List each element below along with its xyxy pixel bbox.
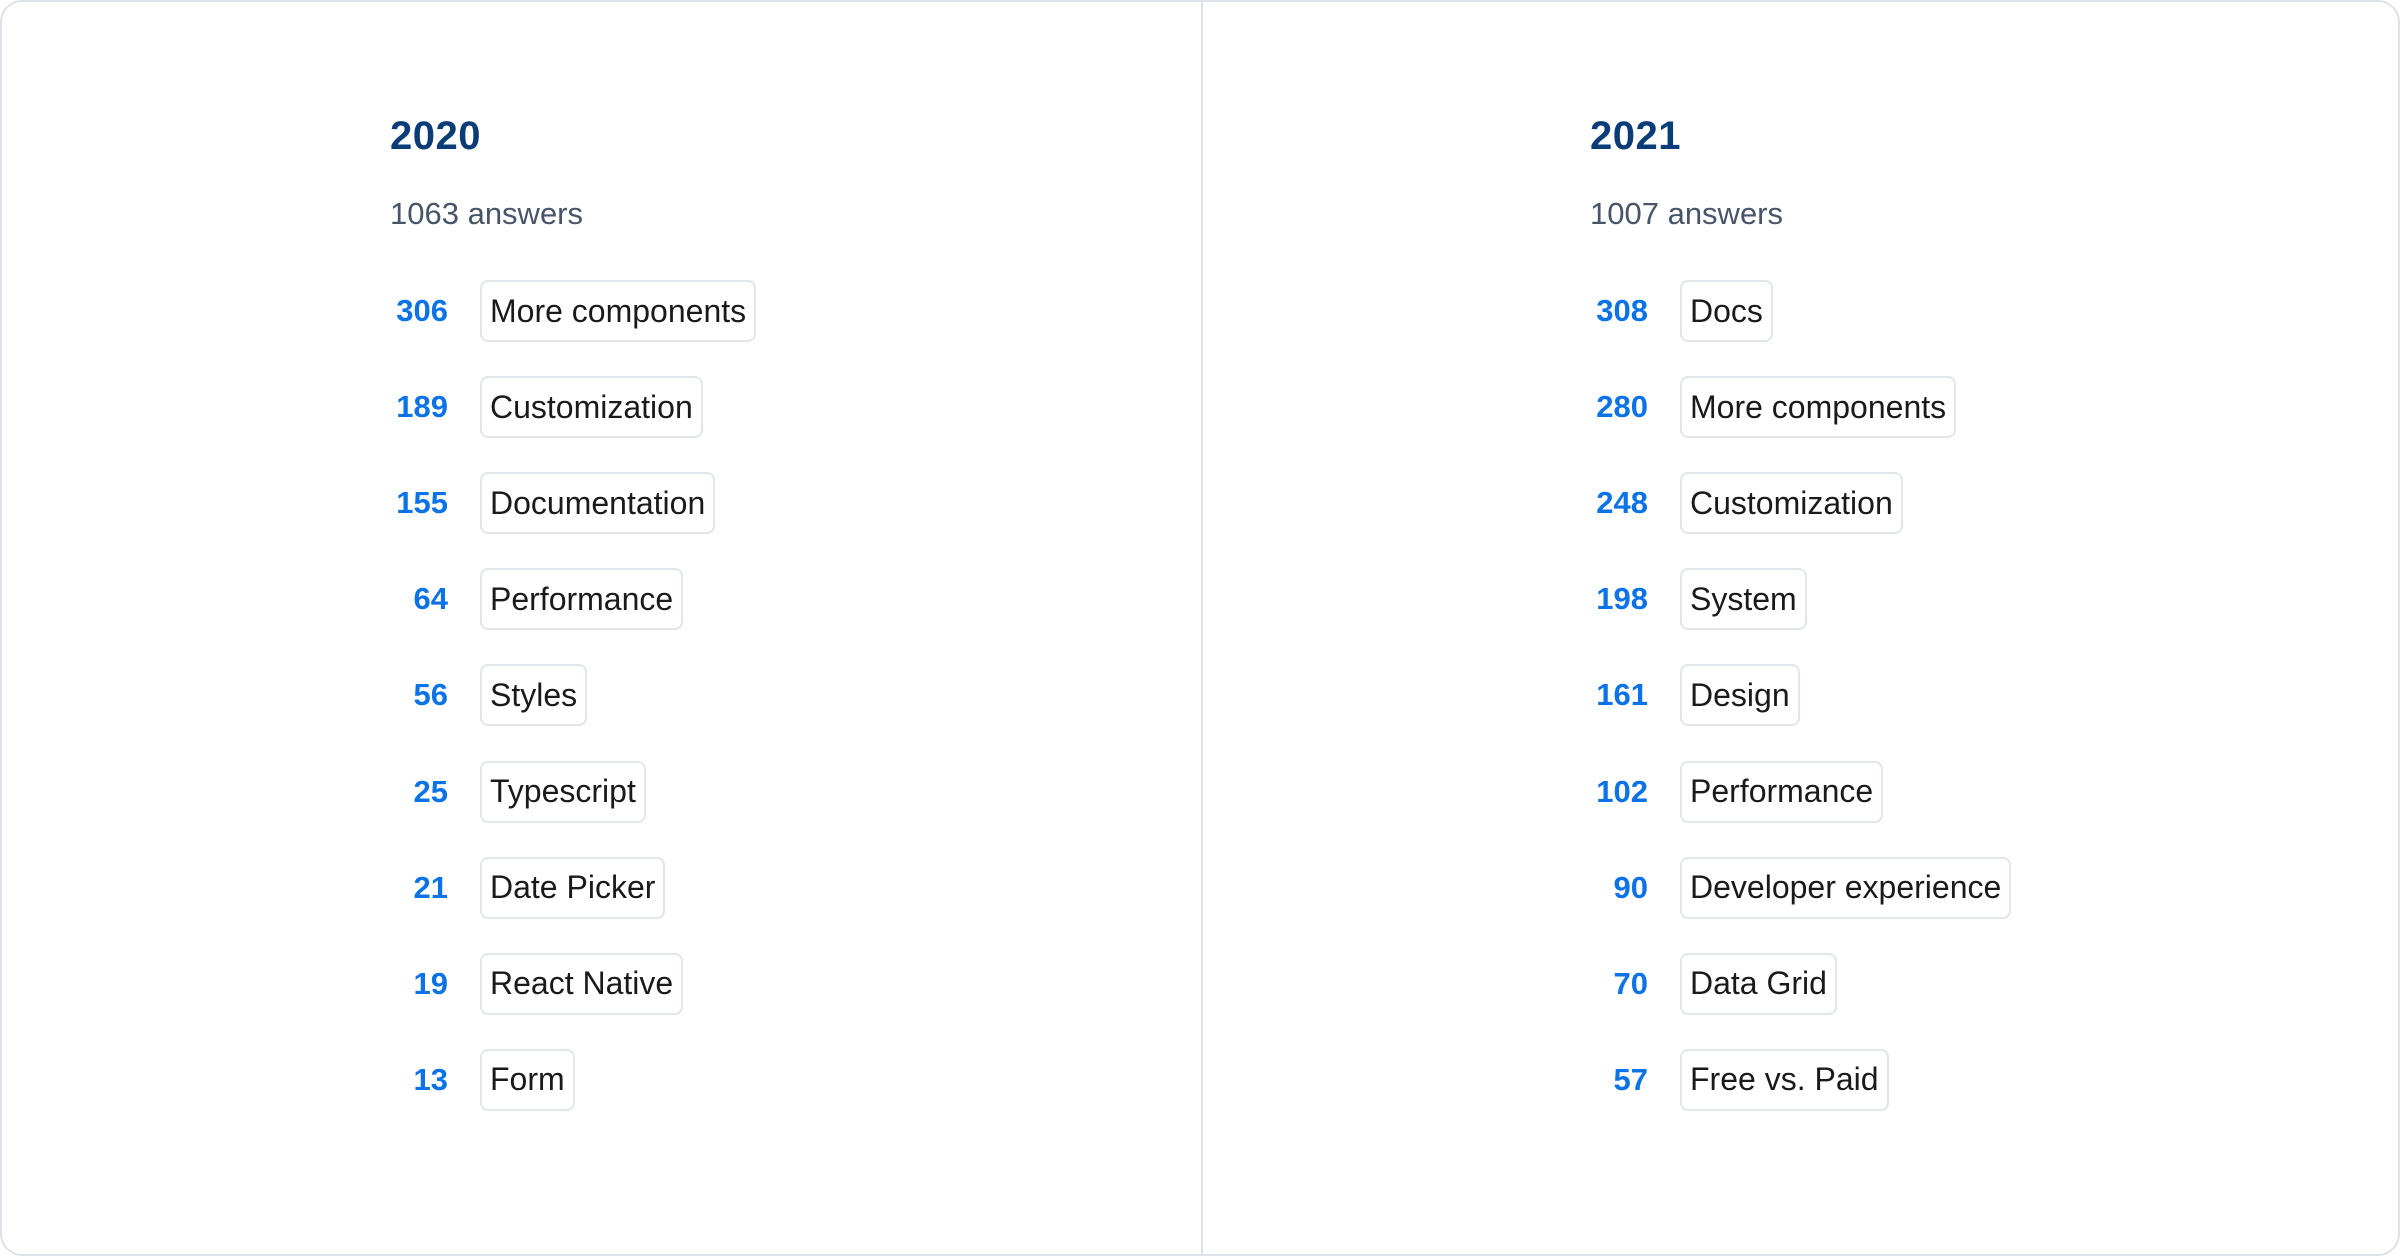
list-item: 280 More components	[1590, 376, 1957, 439]
item-count: 161	[1596, 677, 1648, 713]
list-item: 19 React Native	[390, 952, 684, 1015]
list-item: 102 Performance	[1590, 760, 1884, 823]
item-tag: System	[1680, 568, 1807, 631]
item-count: 13	[413, 1061, 448, 1097]
item-tag: Docs	[1680, 280, 1773, 342]
item-count: 155	[396, 485, 448, 521]
year-heading: 2020	[390, 114, 481, 158]
item-count: 70	[1613, 965, 1648, 1001]
item-count: 57	[1613, 1061, 1648, 1097]
item-tag: Free vs. Paid	[1680, 1048, 1889, 1111]
item-tag: Form	[480, 1048, 575, 1111]
list-item: 90 Developer experience	[1590, 856, 2012, 919]
survey-card: 2020 1063 answers 306 More components 189 C…	[0, 0, 2400, 1256]
item-count: 198	[1596, 581, 1648, 617]
item-count: 189	[396, 389, 448, 425]
list-item: 306 More components	[390, 280, 757, 342]
item-count: 102	[1596, 773, 1648, 809]
item-tag: More components	[1680, 376, 1957, 439]
item-tag: Styles	[480, 664, 588, 727]
answers-count: 1063 answers	[390, 196, 584, 231]
item-count: 308	[1596, 293, 1648, 328]
year-heading: 2021	[1590, 114, 1681, 158]
list-item: 21 Date Picker	[390, 856, 666, 919]
item-tag: Developer experience	[1680, 856, 2012, 919]
item-tag: React Native	[480, 952, 684, 1015]
item-count: 248	[1596, 485, 1648, 521]
item-tag: Typescript	[480, 760, 646, 823]
item-tag: Data Grid	[1680, 952, 1837, 1015]
item-count: 306	[396, 293, 448, 328]
item-count: 19	[413, 965, 448, 1001]
list-item: 161 Design	[1590, 664, 1800, 727]
item-tag: Design	[1680, 664, 1800, 727]
item-tag: Customization	[1680, 472, 1903, 535]
item-count: 64	[413, 581, 448, 617]
item-tag: Performance	[1680, 760, 1884, 823]
item-count: 280	[1596, 389, 1648, 425]
list-item: 57 Free vs. Paid	[1590, 1048, 1889, 1111]
item-tag: Performance	[480, 568, 684, 631]
column-divider	[1201, 2, 1203, 1254]
item-tag: Documentation	[480, 472, 716, 535]
item-tag: More components	[480, 280, 757, 342]
list-item: 308 Docs	[1590, 280, 1773, 342]
list-item: 25 Typescript	[390, 760, 646, 823]
item-count: 25	[413, 773, 448, 809]
item-count: 21	[413, 869, 448, 905]
list-item: 248 Customization	[1590, 472, 1903, 535]
answers-count: 1007 answers	[1590, 196, 1784, 231]
list-item: 198 System	[1590, 568, 1807, 631]
list-item: 189 Customization	[390, 376, 703, 439]
item-count: 90	[1613, 869, 1648, 905]
list-item: 155 Documentation	[390, 472, 716, 535]
item-count: 56	[413, 677, 448, 713]
list-item: 64 Performance	[390, 568, 684, 631]
list-item: 56 Styles	[390, 664, 588, 727]
item-tag: Date Picker	[480, 856, 666, 919]
list-item: 70 Data Grid	[1590, 952, 1837, 1015]
item-tag: Customization	[480, 376, 703, 439]
list-item: 13 Form	[390, 1048, 575, 1111]
